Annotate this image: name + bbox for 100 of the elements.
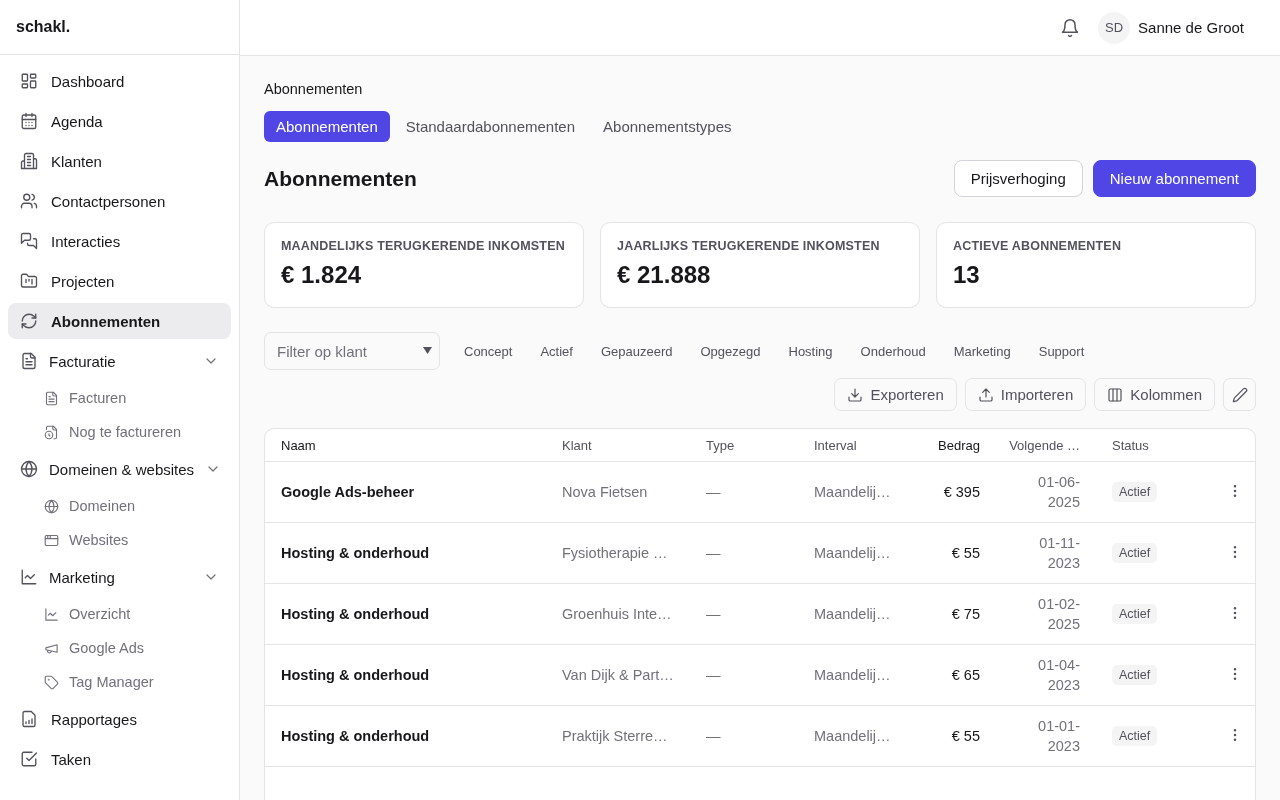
table-cell: — bbox=[706, 667, 721, 683]
document-clock-icon bbox=[44, 424, 59, 440]
sidebar-subitem[interactable]: Overzicht bbox=[8, 599, 231, 629]
filter-chip[interactable]: Actief bbox=[528, 336, 585, 366]
column-header[interactable]: Type bbox=[706, 437, 814, 453]
filter-chip[interactable]: Marketing bbox=[941, 336, 1023, 366]
tab[interactable]: Abonnementstypes bbox=[591, 111, 744, 142]
client-filter-dropdown[interactable]: Filter op klant bbox=[264, 332, 440, 370]
sidebar-item[interactable]: Klanten bbox=[8, 143, 231, 179]
stat-value: 13 bbox=[953, 261, 981, 289]
new-subscription-button[interactable]: Nieuw abonnement bbox=[1092, 160, 1256, 197]
pencil-icon bbox=[1231, 386, 1248, 403]
import-button[interactable]: Importeren bbox=[964, 378, 1087, 411]
table-cell-text: 01-06-2025 bbox=[1037, 473, 1080, 512]
edit-button[interactable] bbox=[1223, 378, 1256, 411]
browser-icon bbox=[44, 532, 59, 548]
status-badge: Actief bbox=[1112, 604, 1158, 624]
caret-icon bbox=[423, 347, 432, 354]
filter-chip[interactable]: Opgezegd bbox=[688, 336, 773, 366]
table-cell: Maandelij… bbox=[814, 728, 891, 744]
status-badge: Actief bbox=[1112, 482, 1158, 502]
table-cell: € 75 bbox=[951, 606, 980, 622]
status-badge: Actief bbox=[1112, 665, 1158, 685]
table-cell-text: 01-11-2023 bbox=[1038, 534, 1080, 573]
chat-icon bbox=[20, 232, 38, 250]
column-header[interactable]: Klant bbox=[562, 437, 706, 453]
building-icon bbox=[20, 152, 38, 170]
sidebar-subitem[interactable]: Facturen bbox=[8, 383, 231, 413]
globe-icon bbox=[20, 460, 38, 478]
stat-label: MAANDELIJKS TERUGKERENDE INKOMSTEN bbox=[281, 239, 566, 253]
sidebar-item[interactable]: Dashboard bbox=[8, 63, 231, 99]
users-icon bbox=[20, 192, 38, 210]
user-avatar[interactable]: SD bbox=[1098, 11, 1131, 44]
columns-button[interactable]: Kolommen bbox=[1094, 378, 1215, 411]
tab[interactable]: Standaardabonnementen bbox=[393, 111, 588, 142]
filter-chip[interactable]: Hosting bbox=[776, 336, 845, 366]
sidebar-item[interactable]: Taken bbox=[8, 741, 231, 777]
table-cell: Google Ads-beheer bbox=[281, 484, 415, 500]
table-cell: Groenhuis Inte… bbox=[562, 606, 672, 622]
stat-label: ACTIEVE ABONNEMENTEN bbox=[953, 239, 1123, 253]
sidebar-item[interactable]: Facturatie bbox=[8, 343, 231, 379]
column-header[interactable]: Naam bbox=[281, 437, 562, 453]
tab[interactable]: Abonnementen bbox=[264, 111, 390, 142]
table-cell: Maandelij… bbox=[814, 545, 891, 561]
sidebar-item[interactable]: Interacties bbox=[8, 223, 231, 259]
sidebar-item[interactable]: Marketing bbox=[8, 559, 231, 595]
column-header[interactable]: Volgende … bbox=[1009, 437, 1080, 453]
table-cell-text: 01-01-2023 bbox=[1037, 717, 1080, 756]
table-cell: — bbox=[706, 545, 721, 561]
tag-icon bbox=[44, 674, 59, 690]
filter-chip[interactable]: Gepauzeerd bbox=[588, 336, 685, 366]
table-cell: Hosting & onderhoud bbox=[281, 545, 430, 561]
table-cell: € 55 bbox=[951, 545, 980, 561]
brand-logo[interactable]: schakl. bbox=[0, 0, 239, 55]
status-badge: Actief bbox=[1112, 543, 1158, 563]
stat-value: € 21.888 bbox=[617, 261, 712, 289]
sidebar-subitem[interactable]: Tag Manager bbox=[8, 667, 231, 697]
sidebar-item[interactable]: Domeinen & websites bbox=[8, 451, 231, 487]
sidebar-subitem[interactable]: Websites bbox=[8, 525, 231, 555]
table-cell: Maandelij… bbox=[814, 667, 891, 683]
sidebar-item[interactable]: Projecten bbox=[8, 263, 231, 299]
sidebar-subitem[interactable]: Google Ads bbox=[8, 633, 231, 663]
sidebar-item[interactable]: Rapportages bbox=[8, 701, 231, 737]
column-header[interactable]: Interval bbox=[814, 437, 904, 453]
sidebar-item[interactable]: Contactpersonen bbox=[8, 183, 231, 219]
status-badge: Actief bbox=[1112, 726, 1158, 746]
bell-icon[interactable] bbox=[1060, 17, 1081, 38]
grid-icon bbox=[20, 72, 38, 90]
sidebar-item[interactable]: Abonnementen bbox=[8, 303, 231, 339]
globe-icon bbox=[44, 498, 59, 514]
sidebar-item[interactable]: Agenda bbox=[8, 103, 231, 139]
column-header[interactable]: Status bbox=[1080, 437, 1215, 453]
sidebar-subitem[interactable]: Domeinen bbox=[8, 491, 231, 521]
table-cell: Hosting & onderhoud bbox=[281, 728, 430, 744]
filter-chip[interactable]: Support bbox=[1026, 336, 1097, 366]
table-cell-text: 01-02-2025 bbox=[1037, 595, 1080, 634]
table-cell: Maandelij… bbox=[814, 606, 891, 622]
export-button[interactable]: Exporteren bbox=[834, 378, 957, 411]
refresh-icon bbox=[20, 312, 38, 330]
chart-icon bbox=[20, 568, 38, 586]
document-icon bbox=[20, 352, 38, 370]
page-title: Abonnementen bbox=[264, 166, 417, 191]
table-cell: — bbox=[706, 606, 721, 622]
table-cell: Hosting & onderhoud bbox=[281, 606, 430, 622]
report-icon bbox=[20, 710, 38, 728]
price-increase-button[interactable]: Prijsverhoging bbox=[953, 160, 1083, 197]
table-cell: Nova Fietsen bbox=[562, 484, 648, 500]
sidebar-subitem[interactable]: Nog te factureren bbox=[8, 417, 231, 447]
filter-chip[interactable]: Onderhoud bbox=[848, 336, 938, 366]
table-cell: Maandelij… bbox=[814, 484, 891, 500]
checkbox-icon bbox=[20, 750, 38, 768]
table-cell: — bbox=[706, 728, 721, 744]
table-cell: € 65 bbox=[951, 667, 980, 683]
document-icon bbox=[44, 390, 59, 406]
table-cell: € 55 bbox=[951, 728, 980, 744]
column-header[interactable]: Bedrag bbox=[938, 437, 980, 453]
calendar-icon bbox=[20, 112, 38, 130]
filter-chip[interactable]: Concept bbox=[452, 336, 525, 366]
user-name[interactable]: Sanne de Groot bbox=[1138, 19, 1244, 36]
table-cell: Hosting & onderhoud bbox=[281, 667, 430, 683]
